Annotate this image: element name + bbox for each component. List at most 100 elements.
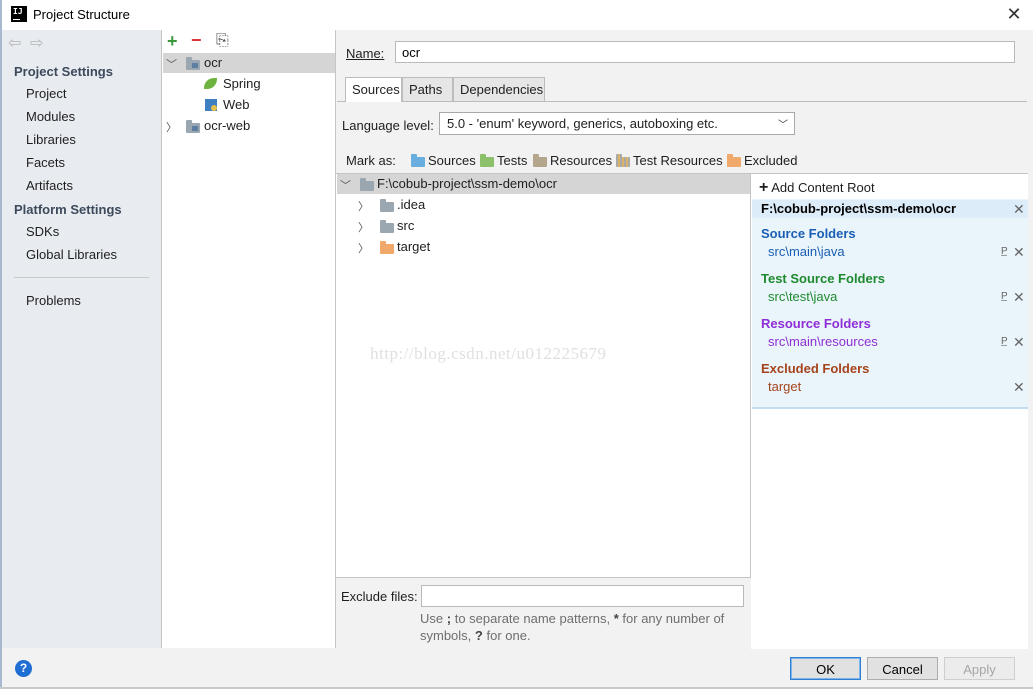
chevron-down-icon[interactable]: ﹀ [166, 56, 177, 72]
tests-folder-icon [480, 154, 494, 167]
ok-button[interactable]: OK [790, 657, 861, 680]
add-content-root-label: Add Content Root [771, 180, 875, 195]
facet-label: Web [223, 97, 250, 112]
chevron-down-icon[interactable]: ﹀ [340, 177, 351, 193]
tree-item-label: src [397, 218, 415, 233]
mark-as-test-resources-button[interactable]: Test Resources [616, 153, 724, 169]
module-item-ocr[interactable]: ﹀ ocr [164, 53, 335, 73]
cancel-button[interactable]: Cancel [867, 657, 938, 680]
back-arrow-icon[interactable]: ⇦ [8, 33, 30, 53]
apply-button[interactable]: Apply [944, 657, 1015, 680]
module-name-input[interactable] [395, 41, 1015, 63]
excluded-folders-heading: Excluded Folders [761, 361, 870, 376]
test-resources-folder-icon [616, 154, 630, 167]
package-prefix-icon[interactable]: P̲ [1001, 336, 1008, 347]
mark-as-tests-button[interactable]: Tests [480, 153, 530, 169]
mark-as-resources-button[interactable]: Resources [533, 153, 613, 169]
copy-module-icon[interactable]: ⎘ [216, 32, 229, 50]
add-module-icon[interactable]: + [167, 32, 178, 50]
facet-item-web[interactable]: Web [204, 95, 335, 115]
sidebar-item-project[interactable]: Project [26, 86, 66, 101]
module-label: ocr [204, 55, 223, 70]
close-window-icon[interactable]: ✕ [1004, 4, 1024, 24]
mark-as-sources-button[interactable]: Sources [411, 153, 476, 169]
test-source-folder-path: src\test\java [768, 289, 838, 304]
remove-excluded-folder-icon[interactable]: ✕ [1013, 380, 1025, 394]
chevron-right-icon[interactable]: 〉 [358, 198, 369, 214]
module-label: ocr-web [204, 118, 251, 133]
source-folders-heading: Source Folders [761, 226, 856, 241]
language-level-label: Language level: [342, 118, 434, 133]
history-nav: ⇦ ⇨ [8, 33, 52, 53]
exclude-files-input[interactable] [421, 585, 744, 607]
chevron-right-icon[interactable]: 〉 [166, 119, 177, 135]
package-prefix-icon[interactable]: P̲ [1001, 291, 1008, 302]
exclude-files-label: Exclude files: [341, 589, 418, 604]
sidebar-item-problems[interactable]: Problems [26, 293, 81, 308]
mark-as-resources-label: Resources [550, 153, 613, 168]
language-level-select[interactable]: 5.0 - 'enum' keyword, generics, autoboxi… [439, 112, 795, 135]
excluded-folder-icon [380, 241, 394, 254]
remove-module-icon[interactable]: − [191, 31, 202, 49]
name-label-text: Name: [346, 46, 385, 61]
name-label: Name: [346, 46, 384, 61]
test-source-folders-heading: Test Source Folders [761, 271, 886, 286]
module-item-ocr-web[interactable]: 〉 ocr-web [164, 116, 335, 136]
sources-folder-icon [411, 154, 425, 167]
sidebar-item-sdks[interactable]: SDKs [26, 224, 59, 239]
module-folder-icon [186, 120, 200, 133]
watermark-text: http://blog.csdn.net/u012225679 [370, 344, 607, 363]
excluded-folder-path: target [768, 379, 802, 394]
remove-source-folder-icon[interactable]: ✕ [1013, 245, 1025, 259]
package-prefix-icon[interactable]: P̲ [1001, 246, 1008, 257]
chevron-down-icon: ﹀ [778, 120, 788, 131]
remove-resource-folder-icon[interactable]: ✕ [1013, 335, 1025, 349]
tabs-baseline [337, 101, 1027, 102]
module-folder-icon [186, 57, 200, 70]
title-bar [2, 0, 1033, 30]
mark-as-excluded-label: Excluded [744, 153, 798, 168]
folder-icon [380, 199, 394, 212]
help-icon[interactable]: ? [15, 660, 32, 677]
window-title: Project Structure [33, 7, 130, 22]
tree-item-idea[interactable]: 〉 .idea [356, 195, 748, 215]
tree-root-label: F:\cobub-project\ssm-demo\ocr [377, 176, 557, 191]
chevron-right-icon[interactable]: 〉 [358, 240, 369, 256]
language-level-value: 5.0 - 'enum' keyword, generics, autoboxi… [447, 116, 718, 131]
remove-test-folder-icon[interactable]: ✕ [1013, 290, 1025, 304]
spring-leaf-icon [204, 78, 217, 89]
sidebar-item-facets[interactable]: Facets [26, 155, 65, 170]
forward-arrow-icon[interactable]: ⇨ [30, 33, 52, 53]
tree-root-row[interactable]: ﹀ F:\cobub-project\ssm-demo\ocr [338, 174, 748, 194]
tree-item-target[interactable]: 〉 target [356, 237, 748, 257]
mark-as-tests-label: Tests [497, 153, 528, 168]
add-content-root-button[interactable]: + Add Content Root [759, 179, 875, 197]
sidebar-item-modules[interactable]: Modules [26, 109, 75, 124]
platform-settings-heading: Platform Settings [14, 202, 122, 217]
hint-text: Use [420, 611, 444, 626]
hint-symbol: ; [446, 611, 452, 626]
folder-icon [380, 220, 394, 233]
hint-symbol: ? [474, 628, 483, 643]
facet-label: Spring [223, 76, 261, 91]
mark-as-excluded-button[interactable]: Excluded [727, 153, 799, 169]
tab-sources[interactable]: Sources [345, 77, 402, 102]
facet-item-spring[interactable]: Spring [204, 74, 335, 94]
excluded-folder-icon [727, 154, 741, 167]
hint-text: for one. [486, 628, 531, 643]
sidebar-item-artifacts[interactable]: Artifacts [26, 178, 73, 193]
remove-content-root-icon[interactable]: ✕ [1013, 202, 1025, 216]
resource-folder-path: src\main\resources [768, 334, 878, 349]
tree-item-src[interactable]: 〉 src [356, 216, 748, 236]
sidebar-item-global-libraries[interactable]: Global Libraries [26, 247, 117, 262]
plus-icon: + [759, 179, 769, 196]
sidebar-item-libraries[interactable]: Libraries [26, 132, 76, 147]
project-settings-heading: Project Settings [14, 64, 113, 79]
resources-folder-icon [533, 154, 547, 167]
content-root-path: F:\cobub-project\ssm-demo\ocr [761, 201, 957, 216]
folder-icon [360, 178, 374, 191]
mark-as-sources-label: Sources [428, 153, 476, 168]
tab-paths[interactable]: Paths [402, 77, 453, 101]
tab-dependencies[interactable]: Dependencies [453, 77, 545, 101]
chevron-right-icon[interactable]: 〉 [358, 219, 369, 235]
